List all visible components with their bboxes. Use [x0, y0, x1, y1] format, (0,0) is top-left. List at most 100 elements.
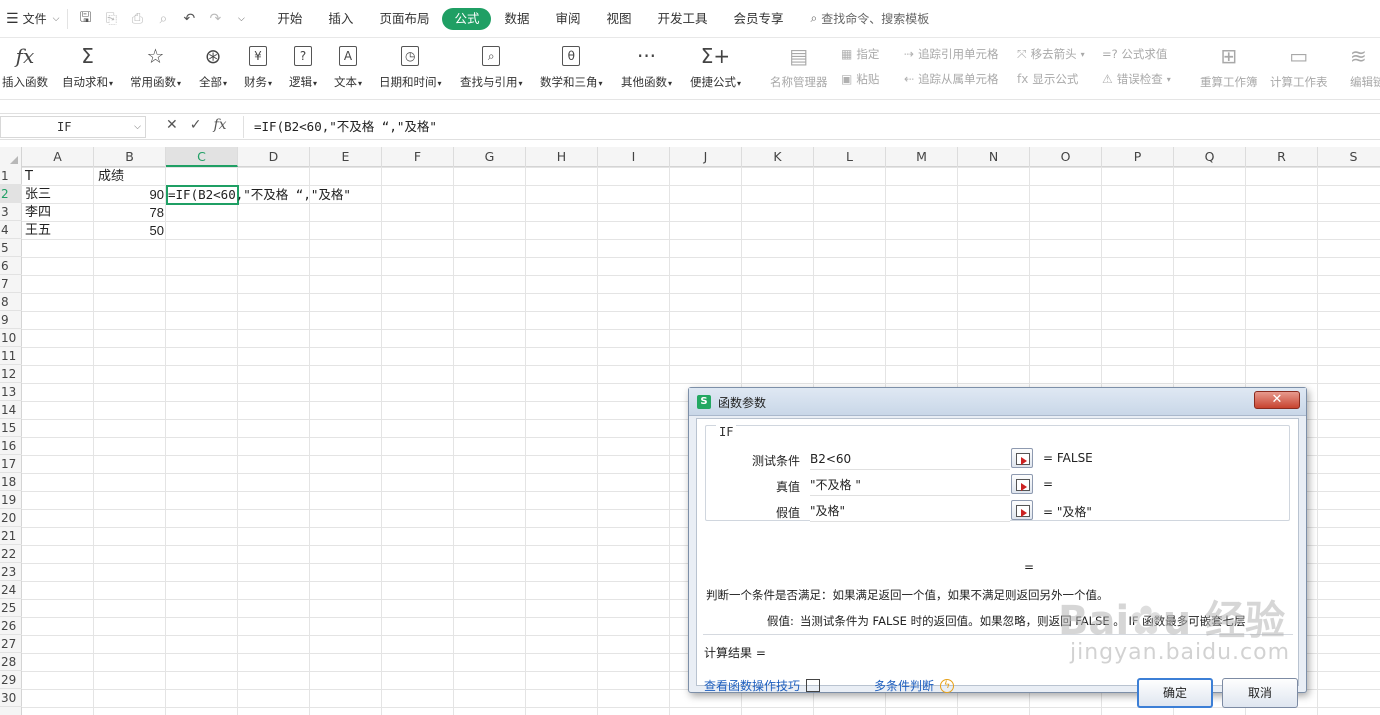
trace-precedents-button[interactable]: ⇢ 追踪引用单元格	[904, 46, 999, 62]
evaluate-formula-button[interactable]: =? 公式求值	[1102, 46, 1167, 62]
row-header-3[interactable]: 3	[0, 203, 22, 221]
row-header-16[interactable]: 16	[0, 437, 22, 455]
column-header-k[interactable]: K	[742, 147, 814, 167]
row-header-14[interactable]: 14	[0, 401, 22, 419]
arg-input-false[interactable]: "及格"	[810, 500, 1010, 522]
tab-insert[interactable]: 插入	[315, 8, 366, 30]
row-header-9[interactable]: 9	[0, 311, 22, 329]
error-check-button[interactable]: ⚠ 错误检查 ▾	[1102, 71, 1171, 87]
insert-function-button[interactable]: fx 插入函数	[2, 42, 48, 96]
redo-icon[interactable]: ↷	[206, 10, 224, 28]
show-formulas-button[interactable]: fx 显示公式	[1017, 71, 1078, 87]
row-header-12[interactable]: 12	[0, 365, 22, 383]
row-header-29[interactable]: 29	[0, 671, 22, 689]
row-header-1[interactable]: 1	[0, 167, 22, 185]
tab-home[interactable]: 开始	[264, 8, 315, 30]
row-header-5[interactable]: 5	[0, 239, 22, 257]
calc-sheet-button[interactable]: ▭ 计算工作表	[1270, 42, 1328, 96]
other-functions-button[interactable]: ··· 其他函数▾	[621, 42, 672, 96]
range-picker-icon[interactable]	[1011, 500, 1033, 520]
cell-a4[interactable]: 王五	[25, 222, 51, 240]
dialog-title-bar[interactable]: S 函数参数 ✕	[689, 388, 1306, 416]
column-header-q[interactable]: Q	[1174, 147, 1246, 167]
financial-button[interactable]: ¥ 财务▾	[244, 42, 272, 96]
tab-developer[interactable]: 开发工具	[645, 8, 721, 30]
formula-input[interactable]: =IF(B2<60,"不及格 “,"及格"	[243, 116, 1380, 138]
row-header-22[interactable]: 22	[0, 545, 22, 563]
define-name-button[interactable]: ▦ 指定	[841, 46, 879, 62]
column-header-n[interactable]: N	[958, 147, 1030, 167]
row-header-18[interactable]: 18	[0, 473, 22, 491]
export-pdf-icon[interactable]: ⎘	[102, 10, 120, 28]
cell-a3[interactable]: 李四	[25, 204, 51, 222]
cell-c2[interactable]: =IF(B2<60,"不及格 “,"及格"	[168, 186, 351, 204]
cancel-icon[interactable]: ✕	[166, 117, 178, 133]
row-header-27[interactable]: 27	[0, 635, 22, 653]
undo-icon[interactable]: ↶	[180, 10, 198, 28]
row-header-8[interactable]: 8	[0, 293, 22, 311]
cell-b1[interactable]: 成绩	[98, 168, 124, 186]
row-header-10[interactable]: 10	[0, 329, 22, 347]
math-trig-button[interactable]: θ 数学和三角▾	[540, 42, 603, 96]
row-header-20[interactable]: 20	[0, 509, 22, 527]
column-header-g[interactable]: G	[454, 147, 526, 167]
row-header-15[interactable]: 15	[0, 419, 22, 437]
save-icon[interactable]: 🖫	[76, 10, 94, 28]
select-all-corner[interactable]	[0, 147, 22, 167]
column-header-f[interactable]: F	[382, 147, 454, 167]
column-header-o[interactable]: O	[1030, 147, 1102, 167]
close-button[interactable]: ✕	[1254, 391, 1300, 409]
cell-a1[interactable]: T	[25, 168, 33, 186]
row-header-24[interactable]: 24	[0, 581, 22, 599]
name-box[interactable]: IF ⌵	[0, 116, 146, 138]
row-header-2[interactable]: 2	[0, 185, 22, 203]
text-button[interactable]: A 文本▾	[334, 42, 362, 96]
column-header-l[interactable]: L	[814, 147, 886, 167]
row-header-30[interactable]: 30	[0, 689, 22, 707]
row-header-23[interactable]: 23	[0, 563, 22, 581]
print-preview-icon[interactable]: ⌕	[154, 10, 172, 28]
column-header-r[interactable]: R	[1246, 147, 1318, 167]
command-search[interactable]: ⌕ 查找命令、搜索模板	[811, 10, 930, 27]
row-header-11[interactable]: 11	[0, 347, 22, 365]
multi-condition-link[interactable]: 多条件判断 ϟ	[874, 677, 955, 694]
autosum-button[interactable]: Σ 自动求和▾	[62, 42, 113, 96]
customize-chevron-icon[interactable]: ⌵	[232, 10, 250, 28]
all-functions-button[interactable]: ⊛ 全部▾	[199, 42, 227, 96]
row-header-13[interactable]: 13	[0, 383, 22, 401]
lookup-reference-button[interactable]: ⌕ 查找与引用▾	[460, 42, 523, 96]
column-header-c[interactable]: C	[166, 147, 238, 167]
column-header-b[interactable]: B	[94, 147, 166, 167]
cell-b4[interactable]: 50	[95, 222, 164, 240]
arg-input-true[interactable]: "不及格 "	[810, 474, 1010, 496]
row-header-7[interactable]: 7	[0, 275, 22, 293]
cancel-button[interactable]: 取消	[1222, 678, 1298, 708]
remove-arrows-button[interactable]: ⤧ 移去箭头 ▾	[1017, 46, 1085, 62]
row-header-19[interactable]: 19	[0, 491, 22, 509]
tab-member[interactable]: 会员专享	[721, 8, 797, 30]
logical-button[interactable]: ? 逻辑▾	[289, 42, 317, 96]
range-picker-icon[interactable]	[1011, 474, 1033, 494]
column-header-j[interactable]: J	[670, 147, 742, 167]
row-header-26[interactable]: 26	[0, 617, 22, 635]
tab-view[interactable]: 视图	[594, 8, 645, 30]
quick-formula-button[interactable]: Σ+ 便捷公式▾	[690, 42, 741, 96]
row-header-6[interactable]: 6	[0, 257, 22, 275]
confirm-icon[interactable]: ✓	[190, 117, 202, 133]
cell-b2[interactable]: 90	[95, 186, 164, 204]
tab-formulas[interactable]: 公式	[442, 7, 492, 30]
row-header-28[interactable]: 28	[0, 653, 22, 671]
trace-dependents-button[interactable]: ⇠ 追踪从属单元格	[904, 71, 999, 87]
column-header-s[interactable]: S	[1318, 147, 1380, 167]
edit-links-button[interactable]: ≋ 编辑链	[1350, 42, 1380, 96]
cell-a2[interactable]: 张三	[25, 186, 51, 204]
column-header-h[interactable]: H	[526, 147, 598, 167]
tab-review[interactable]: 审阅	[542, 8, 593, 30]
column-header-p[interactable]: P	[1102, 147, 1174, 167]
function-tips-link[interactable]: 查看函数操作技巧	[704, 677, 821, 694]
column-header-e[interactable]: E	[310, 147, 382, 167]
name-manager-button[interactable]: ▤ 名称管理器	[770, 42, 828, 96]
column-header-i[interactable]: I	[598, 147, 670, 167]
paste-name-button[interactable]: ▣ 粘贴	[841, 71, 879, 87]
file-menu[interactable]: ☰ 文件 ⌵	[0, 6, 67, 32]
